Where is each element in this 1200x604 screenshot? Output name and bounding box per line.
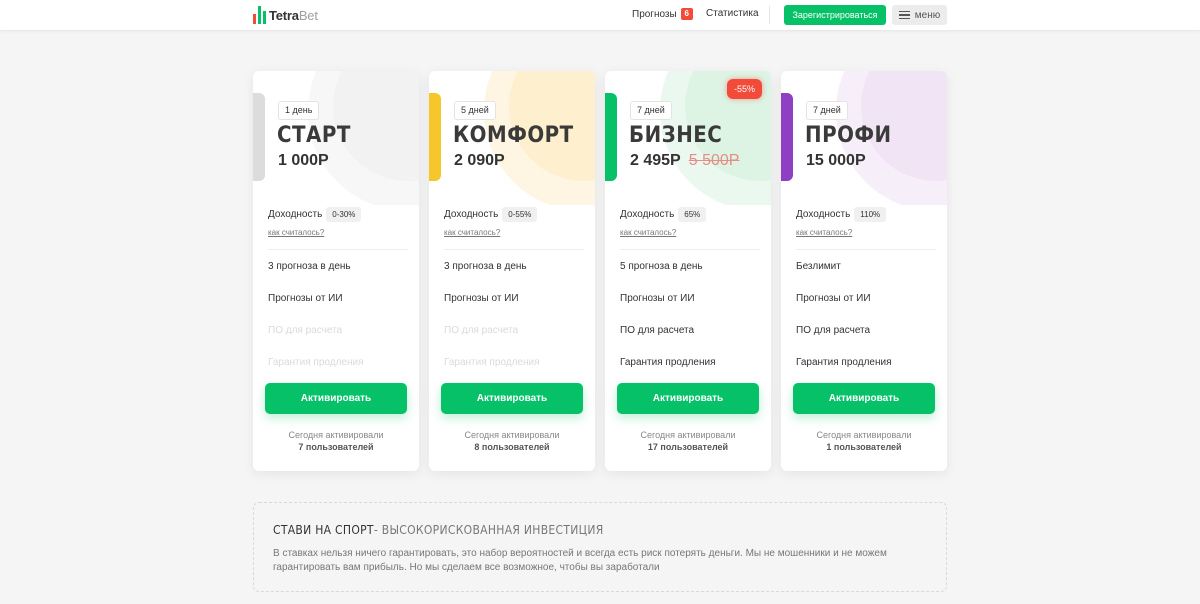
yield-label: Доходность [796, 209, 851, 220]
notice-title-main: СТАВИ НА СПОРТ [273, 523, 374, 537]
plan-feature: Гарантия продления [268, 357, 364, 368]
current-price: 15 000Р [806, 152, 866, 169]
divider [796, 249, 936, 250]
tetrabet-logo[interactable]: TetraBet [253, 5, 318, 25]
risk-notice-box: СТАВИ НА СПОРТ- ВЫСОКОРИСКОВАННАЯ ИНВЕСТ… [253, 502, 947, 592]
plan-price: 15 000Р [806, 152, 866, 170]
old-price: 5 500Р [688, 152, 740, 169]
activate-button[interactable]: Активировать [441, 383, 583, 414]
activated-today-count: 7 пользователей [298, 442, 374, 452]
plan-duration-tag: 1 день [278, 101, 320, 120]
top-navigation-bar: TetraBet Прогнозы 6 Статистика Зарегистр… [0, 0, 1200, 30]
plan-feature: ПО для расчета [796, 325, 871, 336]
plan-feature: Безлимит [796, 261, 841, 272]
notice-title: СТАВИ НА СПОРТ- ВЫСОКОРИСКОВАННАЯ ИНВЕСТ… [273, 523, 604, 537]
notice-text: В ставках нельзя ничего гарантировать, э… [273, 548, 887, 573]
plan-feature: 3 прогноза в день [444, 261, 527, 272]
yield-row: Доходность 0-30% [268, 207, 362, 222]
plan-feature: 5 прогноза в день [620, 261, 703, 272]
activate-button[interactable]: Активировать [265, 383, 407, 414]
plan-feature: Прогнозы от ИИ [620, 293, 695, 304]
plan-name: СТАРТ [277, 123, 351, 148]
plan-accent-bar [253, 93, 265, 181]
logo-bars-icon [253, 6, 266, 24]
yield-value-tag: 0-30% [326, 207, 362, 222]
plan-feature: Прогнозы от ИИ [796, 293, 871, 304]
plan-name: БИЗНЕС [629, 123, 723, 148]
activated-today-count: 17 пользователей [647, 442, 729, 452]
plan-card-1: 1 день СТАРТ 1 000Р Доходность 0-30% как счит… [253, 71, 419, 471]
yield-label: Доходность [444, 209, 499, 220]
activated-today-label: Сегодня активировали [640, 430, 736, 440]
nav-divider [769, 6, 770, 24]
yield-value-tag: 65% [678, 207, 707, 222]
yield-value-tag: 0-55% [502, 207, 538, 222]
plan-price: 2 090Р [454, 152, 505, 170]
plan-name: ПРОФИ [805, 123, 892, 148]
activated-today-count: 1 пользователей [826, 442, 902, 452]
how-calculated-link[interactable]: как считалось? [268, 228, 324, 237]
plan-name: КОМФОРТ [453, 123, 574, 148]
yield-label: Доходность [620, 209, 675, 220]
yield-row: Доходность 110% [796, 207, 887, 222]
plan-accent-bar [429, 93, 441, 181]
logo-text: TetraBet [269, 7, 318, 23]
plan-card-3: 7 дней -55% БИЗНЕС 2 495Р 5 500Р Доходность 65… [605, 71, 771, 471]
menu-button[interactable]: меню [892, 5, 947, 25]
plan-feature: Гарантия продления [796, 357, 892, 368]
plan-duration-tag: 7 дней [630, 101, 672, 120]
plan-feature: Прогнозы от ИИ [268, 293, 343, 304]
current-price: 2 495Р [630, 152, 681, 169]
plan-feature: Гарантия продления [620, 357, 716, 368]
plan-feature: Прогнозы от ИИ [444, 293, 519, 304]
yield-value-tag: 110% [854, 207, 887, 222]
nav-statistics-link[interactable]: Статистика [706, 8, 759, 19]
plan-accent-bar [781, 93, 793, 181]
plan-feature: ПО для расчета [444, 325, 519, 336]
current-price: 2 090Р [454, 152, 505, 169]
discount-badge: -55% [727, 79, 763, 99]
yield-row: Доходность 65% [620, 207, 707, 222]
activated-today-count: 8 пользователей [474, 442, 550, 452]
yield-label: Доходность [268, 209, 323, 220]
activated-today-label: Сегодня активировали [464, 430, 560, 440]
activated-today-label: Сегодня активировали [816, 430, 912, 440]
current-price: 1 000Р [278, 152, 329, 169]
how-calculated-link[interactable]: как считалось? [796, 228, 852, 237]
register-button[interactable]: Зарегистрироваться [784, 5, 886, 25]
divider [620, 249, 760, 250]
plan-duration-tag: 7 дней [806, 101, 848, 120]
divider [268, 249, 408, 250]
plan-price: 1 000Р [278, 152, 329, 170]
plan-feature: 3 прогноза в день [268, 261, 351, 272]
menu-label: меню [914, 9, 941, 21]
plan-card-2: 5 дней КОМФОРТ 2 090Р Доходность 0-55% как сч… [429, 71, 595, 471]
notice-title-sub: - ВЫСОКОРИСКОВАННАЯ ИНВЕСТИЦИЯ [373, 523, 604, 537]
divider [444, 249, 584, 250]
nav-forecasts-label: Прогнозы [632, 8, 677, 20]
activate-button[interactable]: Активировать [617, 383, 759, 414]
forecasts-count-badge: 6 [680, 8, 693, 20]
plan-duration-tag: 5 дней [454, 101, 496, 120]
hamburger-menu-icon [898, 10, 910, 20]
plan-price: 2 495Р 5 500Р [630, 152, 739, 170]
plan-feature: ПО для расчета [268, 325, 343, 336]
plan-accent-bar [605, 93, 617, 181]
nav-forecasts-link[interactable]: Прогнозы 6 [632, 8, 693, 20]
yield-row: Доходность 0-55% [444, 207, 538, 222]
activated-today-label: Сегодня активировали [288, 430, 384, 440]
how-calculated-link[interactable]: как считалось? [620, 228, 676, 237]
how-calculated-link[interactable]: как считалось? [444, 228, 500, 237]
plan-card-4: 7 дней ПРОФИ 15 000Р Доходность 110% как счит… [781, 71, 947, 471]
activate-button[interactable]: Активировать [793, 383, 935, 414]
plan-feature: ПО для расчета [620, 325, 695, 336]
plan-feature: Гарантия продления [444, 357, 540, 368]
